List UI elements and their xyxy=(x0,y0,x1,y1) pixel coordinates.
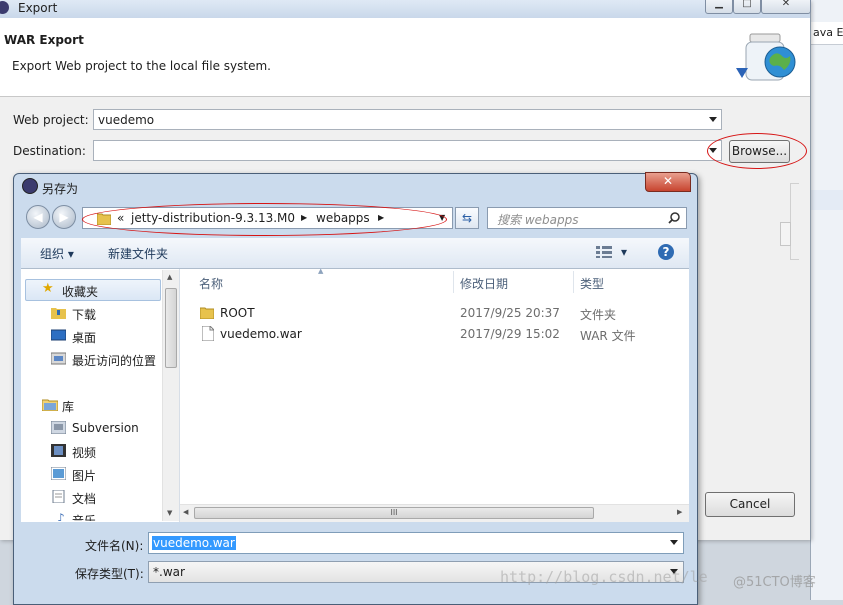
minimize-button[interactable]: ▁ xyxy=(705,0,733,14)
file-name: vuedemo.war xyxy=(220,327,302,341)
wizard-page-title: WAR Export xyxy=(4,33,84,47)
file-list-scrollbar[interactable]: ◀ III ▶ xyxy=(180,504,689,522)
file-type: 文件夹 xyxy=(580,308,617,322)
videos-icon xyxy=(51,444,66,457)
chevron-down-icon[interactable] xyxy=(670,540,678,545)
background-eclipse-window: ava E xyxy=(810,0,843,600)
window-close-button[interactable]: ✕ xyxy=(761,0,811,14)
back-button[interactable]: ◀ xyxy=(26,205,50,229)
documents-icon xyxy=(52,490,65,503)
filename-value: vuedemo.war xyxy=(152,536,236,550)
background-editor-tab[interactable]: ava E xyxy=(811,22,843,45)
downloads-folder-icon xyxy=(51,308,66,319)
save-as-title: 另存为 xyxy=(42,182,79,196)
column-separator[interactable] xyxy=(453,271,454,293)
navigation-scrollbar[interactable]: ▲ ▼ xyxy=(162,270,179,521)
sidebar-item-music[interactable]: 音乐 xyxy=(72,512,96,521)
sidebar-item-videos[interactable]: 视频 xyxy=(72,444,96,461)
file-name: ROOT xyxy=(220,306,255,320)
library-icon xyxy=(42,399,58,411)
options-group-edge xyxy=(790,183,799,260)
war-export-jar-icon xyxy=(736,33,796,81)
help-button[interactable]: ? xyxy=(658,244,674,260)
search-input[interactable]: 搜索 webapps xyxy=(487,207,687,229)
cancel-button[interactable]: Cancel xyxy=(705,492,795,517)
view-dropdown-icon[interactable]: ▾ xyxy=(621,245,627,259)
eclipse-logo-icon xyxy=(22,178,38,194)
navigation-scroll-thumb[interactable] xyxy=(165,288,177,368)
background-selection xyxy=(811,190,843,210)
filetype-value: *.war xyxy=(153,565,185,579)
filetype-label: 保存类型(T): xyxy=(75,567,144,581)
column-header-name[interactable]: 名称 xyxy=(199,275,223,292)
column-header-modified[interactable]: 修改日期 xyxy=(460,275,508,292)
music-icon: ♪ xyxy=(57,511,65,521)
sidebar-item-subversion[interactable]: Subversion xyxy=(72,421,139,435)
subversion-icon xyxy=(51,421,66,434)
star-icon: ★ xyxy=(42,281,54,296)
browse-annotation-oval xyxy=(707,133,807,169)
export-titlebar xyxy=(0,0,810,18)
filename-label: 文件名(N): xyxy=(85,539,144,553)
web-project-label: Web project: xyxy=(13,113,89,127)
column-separator[interactable] xyxy=(573,271,574,293)
view-options-icon[interactable] xyxy=(596,246,612,258)
sidebar-item-pictures[interactable]: 图片 xyxy=(72,467,96,484)
sidebar-item-recent[interactable]: 最近访问的位置 xyxy=(72,352,156,369)
scroll-right-icon[interactable]: ▶ xyxy=(677,508,682,516)
file-icon xyxy=(202,326,214,341)
path-annotation-oval xyxy=(82,203,447,236)
sidebar-item-library[interactable]: 库 xyxy=(62,398,74,415)
desktop-icon xyxy=(51,329,66,341)
scroll-down-icon[interactable]: ▼ xyxy=(167,509,172,517)
destination-combo[interactable] xyxy=(93,140,722,161)
sidebar-item-documents[interactable]: 文档 xyxy=(72,490,96,507)
sidebar-item-desktop[interactable]: 桌面 xyxy=(72,329,96,346)
blog-watermark: http://blog.csdn.net/le xyxy=(500,568,708,586)
navigation-pane xyxy=(21,269,180,522)
dialog-close-button[interactable]: ✕ xyxy=(645,172,691,192)
site-watermark: @51CTO博客 xyxy=(733,575,816,590)
options-combo-edge xyxy=(780,222,791,246)
table-row[interactable]: ROOT 2017/9/25 20:37 文件夹 xyxy=(180,303,689,323)
pictures-icon xyxy=(51,467,66,480)
scroll-left-icon[interactable]: ◀ xyxy=(183,508,188,516)
web-project-value: vuedemo xyxy=(98,113,155,127)
new-folder-button[interactable]: 新建文件夹 xyxy=(108,245,168,262)
destination-label: Destination: xyxy=(13,144,86,158)
wizard-description: Export Web project to the local file sys… xyxy=(12,59,271,73)
column-header-type[interactable]: 类型 xyxy=(580,275,604,292)
file-modified: 2017/9/29 15:02 xyxy=(460,327,560,341)
wizard-header xyxy=(0,18,810,97)
recent-places-icon xyxy=(51,352,66,365)
folder-icon xyxy=(200,307,214,319)
sort-ascending-icon: ▲ xyxy=(318,267,324,275)
search-placeholder: 搜索 webapps xyxy=(497,213,579,227)
refresh-button[interactable]: ⇆ xyxy=(455,207,479,229)
search-icon xyxy=(668,212,680,224)
sidebar-item-favorites[interactable]: 收藏夹 xyxy=(62,283,98,300)
scroll-up-icon[interactable]: ▲ xyxy=(167,273,172,281)
chevron-down-icon xyxy=(709,117,717,122)
maximize-button[interactable]: □ xyxy=(733,0,761,14)
table-row[interactable]: vuedemo.war 2017/9/29 15:02 WAR 文件 xyxy=(180,324,689,344)
file-type: WAR 文件 xyxy=(580,329,636,343)
file-list-scroll-thumb[interactable]: III xyxy=(194,507,594,519)
organize-menu[interactable]: 组织 ▾ xyxy=(40,245,74,262)
sidebar-clipped-row: ♪ 音乐 xyxy=(21,506,162,521)
forward-button[interactable]: ▶ xyxy=(52,205,76,229)
file-modified: 2017/9/25 20:37 xyxy=(460,306,560,320)
filename-field[interactable]: vuedemo.war xyxy=(148,532,684,554)
sidebar-item-downloads[interactable]: 下载 xyxy=(72,306,96,323)
export-window-title: Export xyxy=(18,1,58,15)
web-project-combo[interactable]: vuedemo xyxy=(93,109,722,130)
